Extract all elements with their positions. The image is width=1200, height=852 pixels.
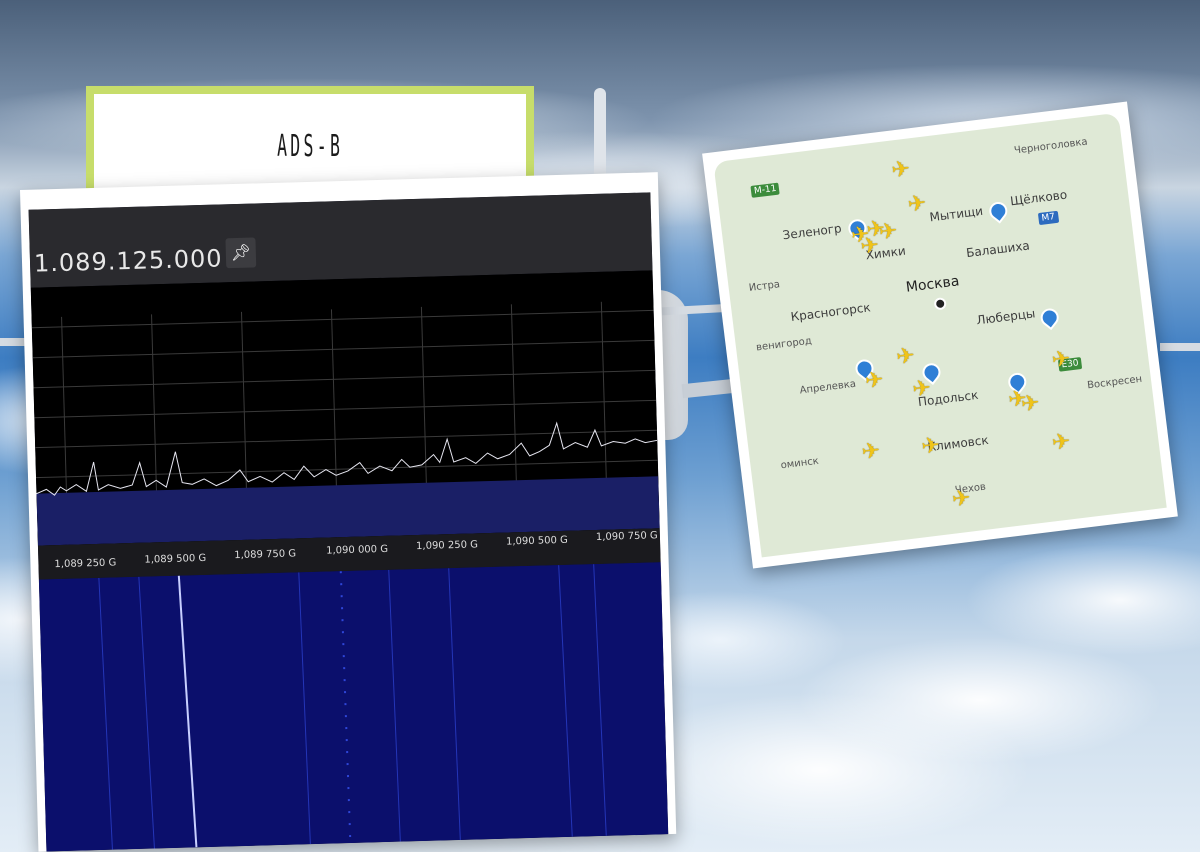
- aircraft-icon[interactable]: ✈: [1020, 390, 1041, 417]
- aircraft-icon[interactable]: ✈: [911, 376, 932, 403]
- frequency-display[interactable]: 1.089.125.000: [34, 244, 223, 277]
- city-label: Апрелевка: [799, 378, 857, 397]
- city-label-moscow: Москва: [905, 273, 961, 296]
- city-label: Истра: [748, 279, 781, 294]
- location-pin-icon[interactable]: [1037, 304, 1063, 331]
- city-label: Воскресен: [1086, 373, 1143, 392]
- axis-tick-label: 1,090 250 G: [415, 539, 479, 553]
- aircraft-icon[interactable]: ✈: [906, 191, 927, 218]
- sdr-screen: 1.089.125.000 📌︎ 1,089 250 G 1,089 500 G…: [28, 192, 669, 852]
- aircraft-icon[interactable]: ✈: [864, 367, 885, 394]
- road-sign-m11: M-11: [750, 182, 781, 198]
- city-label: Балашиха: [965, 238, 1031, 261]
- axis-tick-label: 1,090 750 G: [595, 530, 658, 544]
- aircraft-icon[interactable]: ✈: [859, 233, 880, 260]
- road-sign-m7: M7: [1037, 210, 1059, 226]
- aircraft-icon[interactable]: ✈: [951, 486, 972, 513]
- aircraft-icon[interactable]: ✈: [890, 157, 911, 184]
- sdr-screenshot-photo: 1.089.125.000 📌︎ 1,089 250 G 1,089 500 G…: [20, 172, 677, 852]
- city-label: Черноголовка: [1013, 136, 1089, 157]
- spectrum-plot: [30, 270, 660, 546]
- aircraft-icon[interactable]: ✈: [878, 219, 899, 246]
- axis-tick-label: 1,089 250 G: [54, 557, 117, 571]
- moscow-center-marker: [933, 297, 947, 311]
- flight-map[interactable]: M-11 M7 E30 Зеленогр Химки Мытищи Щёлков…: [713, 112, 1167, 558]
- location-pin-icon[interactable]: [985, 198, 1011, 224]
- flight-map-photo: M-11 M7 E30 Зеленогр Химки Мытищи Щёлков…: [702, 101, 1178, 569]
- pin-icon[interactable]: 📌︎: [225, 237, 257, 269]
- aircraft-icon[interactable]: ✈: [1051, 429, 1072, 456]
- page-title: ADS-B: [276, 128, 344, 164]
- city-label: Мытищи: [928, 203, 984, 225]
- city-label: Красногорск: [789, 300, 872, 325]
- axis-tick-label: 1,089 500 G: [144, 552, 207, 566]
- axis-tick-label: 1,090 500 G: [505, 534, 568, 548]
- city-label: венигород: [755, 335, 813, 354]
- aircraft-icon[interactable]: ✈: [1050, 346, 1071, 373]
- aircraft-icon[interactable]: ✈: [920, 433, 941, 460]
- aircraft-icon[interactable]: ✈: [860, 438, 881, 465]
- waterfall-display: [38, 562, 669, 852]
- aircraft-icon[interactable]: ✈: [895, 343, 916, 370]
- city-label: Зеленогр: [781, 221, 843, 243]
- airplane-wing-far-right: [1160, 343, 1200, 351]
- axis-tick-label: 1,090 000 G: [326, 543, 389, 557]
- axis-tick-label: 1,089 750 G: [234, 548, 297, 562]
- city-label: оминск: [780, 455, 820, 472]
- city-label: Люберцы: [975, 306, 1037, 328]
- city-label: Щёлково: [1009, 187, 1068, 209]
